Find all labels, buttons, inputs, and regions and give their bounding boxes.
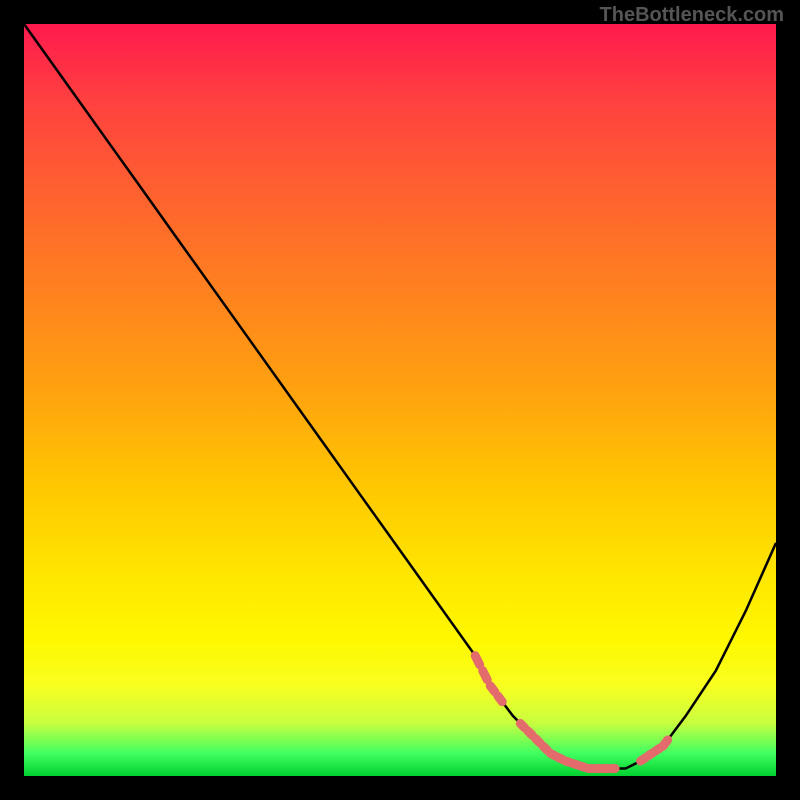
chart-svg: [24, 24, 776, 776]
watermark-text: TheBottleneck.com: [600, 4, 784, 27]
marker-dots: [475, 656, 668, 769]
curve-line: [24, 24, 776, 769]
